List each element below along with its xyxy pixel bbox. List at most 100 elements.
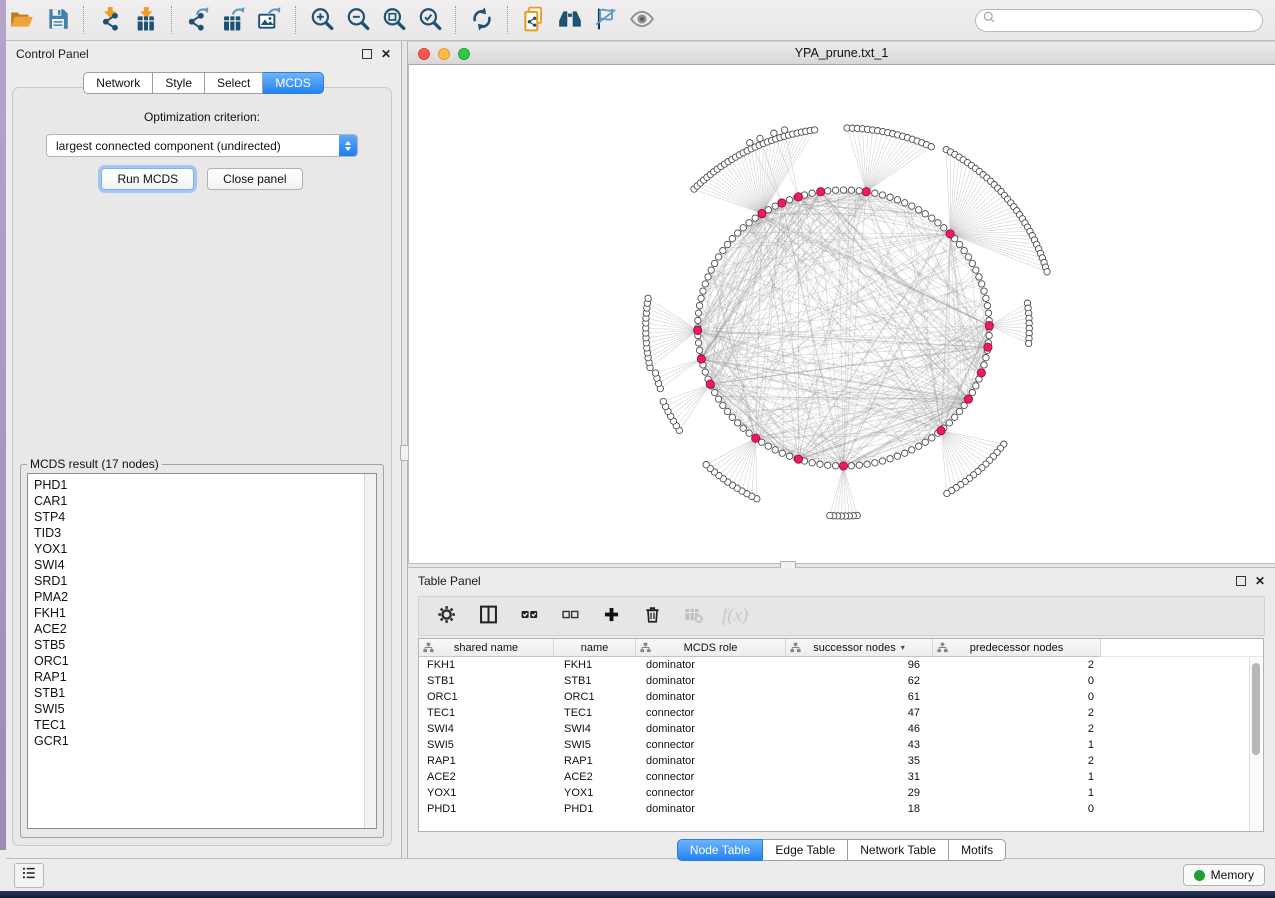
column-header-successor-nodes[interactable]: successor nodes▾ bbox=[786, 639, 933, 657]
gear-icon bbox=[437, 604, 458, 628]
zoom-selected-button[interactable] bbox=[412, 4, 448, 36]
network-search-input[interactable] bbox=[1001, 10, 1262, 30]
close-panel-button[interactable]: Close panel bbox=[207, 168, 302, 190]
table-row[interactable]: STB1STB1dominator620 bbox=[419, 673, 1263, 689]
float-table-panel-icon[interactable] bbox=[1236, 576, 1246, 586]
new-network-from-selection-button[interactable] bbox=[516, 4, 552, 36]
zoom-fit-button[interactable] bbox=[376, 4, 412, 36]
table-tab-node-table[interactable]: Node Table bbox=[677, 839, 764, 861]
mcds-node-item[interactable]: STB1 bbox=[34, 685, 376, 701]
close-table-panel-icon[interactable]: ✕ bbox=[1255, 576, 1265, 586]
table-scrollbar-thumb[interactable] bbox=[1252, 663, 1260, 755]
mcds-node-item[interactable]: TEC1 bbox=[34, 717, 376, 733]
mcds-node-item[interactable]: TID3 bbox=[34, 525, 376, 541]
tab-select[interactable]: Select bbox=[205, 72, 263, 94]
open-button[interactable] bbox=[4, 4, 40, 36]
mcds-node-item[interactable]: FKH1 bbox=[34, 605, 376, 621]
export-table-button[interactable] bbox=[216, 4, 252, 36]
open-icon bbox=[9, 6, 35, 35]
delete-table-button bbox=[681, 604, 705, 628]
export-image-button[interactable] bbox=[252, 4, 288, 36]
table-row[interactable]: FKH1FKH1dominator962 bbox=[419, 657, 1263, 673]
mcds-node-item[interactable]: PMA2 bbox=[34, 589, 376, 605]
search-network-button[interactable] bbox=[552, 4, 588, 36]
zoom-in-icon bbox=[309, 6, 335, 35]
mcds-node-item[interactable]: SWI5 bbox=[34, 701, 376, 717]
new-network-from-selection-icon bbox=[521, 6, 547, 35]
mcds-result-list[interactable]: PHD1CAR1STP4TID3YOX1SWI4SRD1PMA2FKH1ACE2… bbox=[27, 473, 377, 829]
control-panel-title: Control Panel bbox=[16, 47, 89, 61]
network-canvas[interactable] bbox=[408, 65, 1275, 563]
cell-predecessor-nodes: 0 bbox=[933, 691, 1101, 703]
delete-button[interactable] bbox=[640, 604, 664, 628]
close-panel-icon[interactable]: ✕ bbox=[381, 49, 391, 59]
task-history-button[interactable] bbox=[14, 863, 44, 888]
mcds-node-item[interactable]: SRD1 bbox=[34, 573, 376, 589]
save-button[interactable] bbox=[40, 4, 76, 36]
zoom-out-button[interactable] bbox=[340, 4, 376, 36]
mcds-result-scrollbar[interactable] bbox=[364, 474, 376, 828]
gear-button[interactable] bbox=[435, 604, 459, 628]
table-row[interactable]: PHD1PHD1dominator180 bbox=[419, 801, 1263, 817]
mcds-node-item[interactable]: STP4 bbox=[34, 509, 376, 525]
table-row[interactable]: YOX1YOX1connector291 bbox=[419, 785, 1263, 801]
mcds-node-item[interactable]: SWI4 bbox=[34, 557, 376, 573]
mcds-node-item[interactable]: GCR1 bbox=[34, 733, 376, 749]
zoom-in-button[interactable] bbox=[304, 4, 340, 36]
main-toolbar bbox=[0, 0, 1275, 41]
table-row[interactable]: ORC1ORC1dominator610 bbox=[419, 689, 1263, 705]
criterion-dropdown[interactable]: largest connected component (undirected) bbox=[46, 134, 358, 157]
table-tab-edge-table[interactable]: Edge Table bbox=[763, 839, 848, 861]
level-of-detail-button[interactable] bbox=[624, 4, 660, 36]
table-row[interactable]: TEC1TEC1connector472 bbox=[419, 705, 1263, 721]
table-row[interactable]: RAP1RAP1dominator352 bbox=[419, 753, 1263, 769]
network-window-titlebar[interactable]: YPA_prune.txt_1 bbox=[408, 41, 1275, 65]
graphics-details-button[interactable] bbox=[588, 4, 624, 36]
vertical-splitter[interactable] bbox=[401, 41, 408, 858]
mcds-node-item[interactable]: ORC1 bbox=[34, 653, 376, 669]
mcds-node-item[interactable]: STB5 bbox=[34, 637, 376, 653]
apply-layout-button[interactable] bbox=[464, 4, 500, 36]
column-header-name[interactable]: name bbox=[554, 639, 636, 657]
mcds-node-item[interactable]: CAR1 bbox=[34, 493, 376, 509]
export-table-icon bbox=[221, 6, 247, 35]
mcds-node-item[interactable]: RAP1 bbox=[34, 669, 376, 685]
select-all-button[interactable] bbox=[517, 604, 541, 628]
table-tab-network-table[interactable]: Network Table bbox=[848, 839, 949, 861]
column-header-predecessor-nodes[interactable]: predecessor nodes bbox=[933, 639, 1101, 657]
close-window-button[interactable] bbox=[418, 48, 430, 60]
graphics-details-icon bbox=[593, 6, 619, 35]
add-button[interactable] bbox=[599, 604, 623, 628]
table-row[interactable]: SWI4SWI4dominator462 bbox=[419, 721, 1263, 737]
tab-mcds[interactable]: MCDS bbox=[263, 72, 323, 94]
import-table-button[interactable] bbox=[128, 4, 164, 36]
float-panel-icon[interactable] bbox=[362, 49, 372, 59]
table-tab-motifs[interactable]: Motifs bbox=[949, 839, 1006, 861]
memory-button[interactable]: Memory bbox=[1183, 864, 1265, 886]
cell-MCDS-role: dominator bbox=[636, 675, 786, 687]
minimize-window-button[interactable] bbox=[438, 48, 450, 60]
run-mcds-button[interactable]: Run MCDS bbox=[101, 168, 194, 190]
cell-predecessor-nodes: 1 bbox=[933, 739, 1101, 751]
mcds-node-item[interactable]: ACE2 bbox=[34, 621, 376, 637]
status-bar: Memory bbox=[6, 858, 1275, 891]
table-scrollbar[interactable] bbox=[1249, 658, 1263, 831]
column-header-shared-name[interactable]: shared name bbox=[419, 639, 554, 657]
column-header-MCDS-role[interactable]: MCDS role bbox=[636, 639, 786, 657]
export-network-button[interactable] bbox=[180, 4, 216, 36]
import-network-button[interactable] bbox=[92, 4, 128, 36]
table-row[interactable]: ACE2ACE2connector311 bbox=[419, 769, 1263, 785]
tab-network[interactable]: Network bbox=[83, 72, 153, 94]
mcds-node-item[interactable]: YOX1 bbox=[34, 541, 376, 557]
zoom-window-button[interactable] bbox=[458, 48, 470, 60]
tab-style[interactable]: Style bbox=[153, 72, 205, 94]
mcds-node-item[interactable]: PHD1 bbox=[34, 477, 376, 493]
columns-button[interactable] bbox=[476, 604, 500, 628]
table-row[interactable]: SWI5SWI5connector431 bbox=[419, 737, 1263, 753]
cell-name: RAP1 bbox=[554, 755, 636, 767]
deselect-all-button[interactable] bbox=[558, 604, 582, 628]
memory-label: Memory bbox=[1211, 868, 1254, 882]
branch-icon bbox=[640, 642, 651, 653]
cell-name: PHD1 bbox=[554, 803, 636, 815]
toolbar-separator bbox=[295, 6, 297, 34]
